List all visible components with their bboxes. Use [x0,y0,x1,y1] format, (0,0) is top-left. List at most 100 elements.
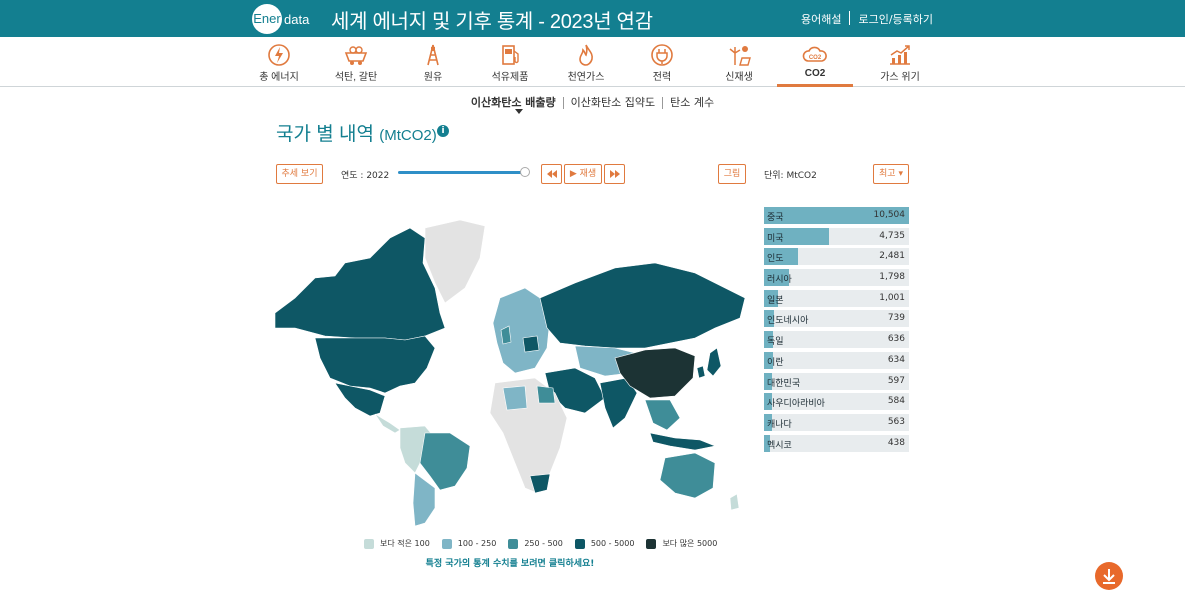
ranking-row[interactable]: 독일 636 [764,331,909,349]
nav-label: 천연가스 [567,72,605,83]
download-button[interactable] [1095,562,1123,590]
enerdata-logo[interactable]: Ener data [252,4,309,34]
fast-forward-icon [609,170,620,178]
lightning-icon [268,44,290,66]
tab-co2-intensity[interactable]: 이산화탄소 집약도 [564,94,662,110]
ranking-row[interactable]: 러시아 1,798 [764,269,909,287]
ranking-row[interactable]: 캐나다 563 [764,413,909,431]
map-region-australia [659,452,716,499]
trend-view-button[interactable]: 추세 보기 [276,164,323,184]
play-button[interactable]: ▶ 재생 [564,164,602,184]
legend-swatch [646,538,657,549]
ranking-value: 636 [887,334,905,345]
nav-label: 전력 [652,72,672,83]
year-slider-track[interactable] [398,171,526,174]
map-region-south-korea [696,365,706,379]
nav-item-coal[interactable]: 석탄, 갈탄 [318,37,394,87]
map-region-new-zealand [729,493,740,511]
legend-item: 보다 많은 5000 [646,538,717,549]
ranking-row[interactable]: 일본 1,001 [764,289,909,307]
svg-text:CO2: CO2 [809,55,822,61]
nav-item-gas-crisis[interactable]: 가스 위기 [862,37,938,87]
ranking-row[interactable]: 사우디아라비아 584 [764,393,909,411]
coal-cart-icon [344,46,368,65]
nav-item-co2[interactable]: CO2 CO2 [777,37,853,87]
ranking-row[interactable]: 중국 10,504 [764,207,909,224]
chevron-down-icon: ▾ [895,169,903,179]
legend-label: 500 - 5000 [590,539,635,548]
logo-mark: Ener [252,4,282,34]
glossary-link[interactable]: 용어해설 [793,11,849,27]
map-region-africa [489,377,568,494]
top-header-bar: Ener data 세계 에너지 및 기후 통계 - 2023년 연감 용어해설… [0,0,1185,37]
sort-label: 최고 [879,169,896,179]
sort-dropdown[interactable]: 최고 ▾ [873,164,909,184]
ranking-row[interactable]: 인도네시아 739 [764,310,909,328]
ranking-row[interactable]: 인도 2,481 [764,248,909,266]
page-title: 국가 별 내역 (MtCO2) [276,119,437,146]
fast-forward-button[interactable] [604,164,625,184]
nav-label: 석탄, 갈탄 [334,72,378,83]
ranking-country-name: 인도네시아 [767,316,809,327]
nav-item-electricity[interactable]: 전력 [624,37,700,87]
ranking-value: 584 [887,396,905,407]
nav-label: 신재생 [725,72,753,83]
legend-swatch [508,538,519,549]
nav-label: CO2 [804,68,826,79]
rewind-icon [546,170,557,178]
map-region-brazil [419,432,471,491]
page-title-text: 국가 별 내역 [276,124,374,145]
ranking-country-name: 일본 [767,295,784,306]
legend-swatch [364,538,374,549]
map-region-argentina [412,472,436,527]
ranking-row[interactable]: 미국 4,735 [764,227,909,245]
nav-item-total-energy[interactable]: 총 에너지 [241,37,317,87]
active-tab-caret [515,109,523,114]
map-region-southeast-asia [644,399,681,431]
ranking-country-name: 독일 [767,337,784,348]
map-hint-text: 특정 국가의 통계 수치를 보려면 클릭하세요! [425,559,595,569]
nav-item-crude-oil[interactable]: 원유 [395,37,471,87]
login-register-link[interactable]: 로그인/등록하기 [850,11,941,27]
nav-item-renewables[interactable]: 신재생 [701,37,777,87]
legend-label: 100 - 250 [457,539,497,548]
plug-icon [651,44,673,66]
map-region-indonesia [649,432,717,451]
nav-item-natural-gas[interactable]: 천연가스 [548,37,624,87]
legend-item: 보다 적은 100 [364,538,430,549]
nav-label: 가스 위기 [880,72,920,83]
country-ranking-list: 중국 10,504 미국 4,735 인도 2,481 러시아 1,798 일본 1,001 인도네… [764,207,909,455]
nav-label: 석유제품 [491,72,529,83]
ranking-country-name: 사우디아라비아 [767,399,825,410]
ranking-row[interactable]: 대한민국 597 [764,372,909,390]
map-region-canada [275,227,446,341]
tab-carbon-factor[interactable]: 탄소 계수 [663,94,721,110]
ranking-country-name: 러시아 [767,275,792,286]
nav-item-oil-products[interactable]: 석유제품 [472,37,548,87]
ranking-row[interactable]: 이란 634 [764,351,909,369]
trend-chart-icon [890,45,910,65]
ranking-country-name: 캐나다 [767,419,792,430]
ranking-country-name: 이란 [767,357,784,368]
map-region-egypt [536,385,556,404]
year-slider-handle[interactable] [520,167,530,177]
map-legend: 보다 적은 100 100 - 250 250 - 500 500 - 5000 보다 … [364,538,729,549]
ranking-country-name: 미국 [767,233,784,244]
legend-label: 250 - 500 [524,539,563,548]
legend-swatch [441,538,452,549]
rewind-button[interactable] [541,164,562,184]
ranking-value: 4,735 [879,230,905,241]
year-label: 연도 : 2022 [341,171,390,181]
ranking-country-name: 대한민국 [767,378,801,389]
co2-subtabs: 이산화탄소 배출량 이산화탄소 집약도 탄소 계수 [0,94,1185,110]
oil-rig-icon [427,44,439,66]
world-emissions-map[interactable] [275,218,750,530]
chart-button[interactable]: 그림 [718,164,746,184]
energy-category-nav: 총 에너지 석탄, 갈탄 원유 석유제품 천연가스 전력 신재생 CO2 CO2… [0,37,1185,87]
page-title-unit: (MtCO2) [379,127,437,144]
tab-co2-emissions[interactable]: 이산화탄소 배출량 [464,94,563,110]
ranking-value: 597 [887,375,905,386]
legend-label: 보다 적은 100 [380,539,430,548]
ranking-row[interactable]: 멕시코 438 [764,434,909,452]
info-icon[interactable]: i [437,125,449,137]
